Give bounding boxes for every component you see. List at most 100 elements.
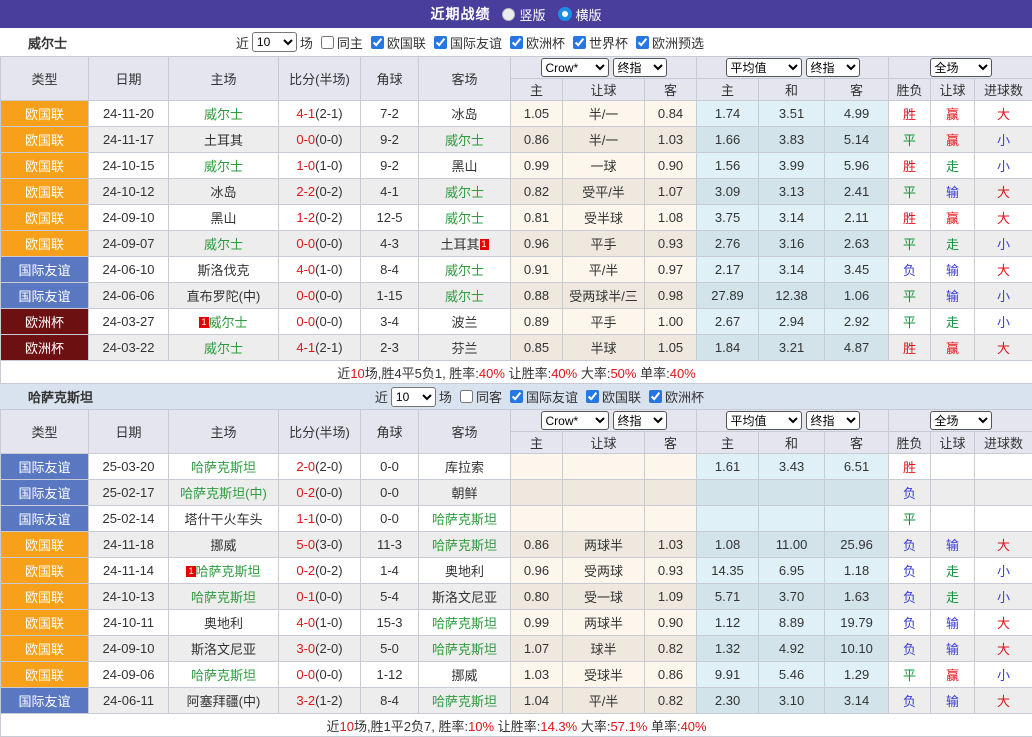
summary-part: 近: [337, 366, 350, 381]
crow-away-odds-cell: 0.98: [645, 283, 697, 309]
avg-home-odds-cell: 14.35: [697, 558, 759, 584]
avg-away-odds-cell: 2.11: [825, 205, 889, 231]
avg-home-odds-cell: [697, 506, 759, 532]
league-cell: 欧国联: [1, 584, 89, 610]
crow-home-odds-cell: 1.05: [511, 101, 563, 127]
outcome-cell: 负: [889, 636, 931, 662]
crow-home-odds-cell: 0.96: [511, 231, 563, 257]
layout-radio-horizontal[interactable]: 横版: [558, 5, 602, 24]
league-checkbox-label: 欧洲预选: [652, 33, 704, 52]
league-checkbox[interactable]: [636, 36, 649, 49]
home-team-cell: 1哈萨克斯坦: [169, 558, 279, 584]
avg-odds-select[interactable]: 平均值: [726, 58, 802, 77]
goals-result-cell: 大: [975, 636, 1032, 662]
team-name: 威尔士: [28, 33, 67, 52]
crow-odds-group-header: Crow*终指: [511, 410, 697, 432]
avg-away-odds-cell: 3.14: [825, 688, 889, 714]
result-group-header: 全场: [889, 410, 1032, 432]
handicap-cell: 受两球: [563, 558, 645, 584]
league-checkbox[interactable]: [649, 390, 662, 403]
halftime-score: (1-0): [315, 158, 342, 173]
sub-column-header: 主: [511, 79, 563, 101]
summary-part: 让胜率:: [505, 366, 551, 381]
summary-part: 10: [339, 719, 353, 734]
avg-away-odds-cell: 1.29: [825, 662, 889, 688]
table-row: 欧洲杯24-03-22威尔士4-1(2-1)2-3芬兰0.85半球1.051.8…: [1, 335, 1032, 361]
score-cell: 3-0(2-0): [279, 636, 361, 662]
avg-home-odds-cell: 1.56: [697, 153, 759, 179]
away-team-name: 奥地利: [445, 564, 484, 579]
near-label: 近: [375, 387, 388, 406]
table-row: 欧国联24-09-07威尔士0-0(0-0)4-3土耳其10.96平手0.932…: [1, 231, 1032, 257]
scope-select[interactable]: 全场: [930, 58, 992, 77]
crow-away-odds-cell: 0.84: [645, 101, 697, 127]
layout-radio-vertical[interactable]: 竖版: [502, 5, 545, 24]
home-team-cell: 挪威: [169, 532, 279, 558]
avg-home-odds-cell: 1.08: [697, 532, 759, 558]
avg-home-odds-cell: 1.74: [697, 101, 759, 127]
radio-off-icon[interactable]: [502, 8, 515, 21]
fulltime-score: 1-0: [296, 158, 315, 173]
home-team-cell: 塔什干火车头: [169, 506, 279, 532]
same-side-checkbox[interactable]: [460, 390, 473, 403]
halftime-score: (0-0): [315, 132, 342, 147]
league-checkbox[interactable]: [434, 36, 447, 49]
avg-draw-odds-cell: 3.43: [759, 454, 825, 480]
goals-result-cell: 大: [975, 205, 1032, 231]
sub-column-header: 和: [759, 79, 825, 101]
fulltime-score: 0-0: [296, 667, 315, 682]
odds-provider-select[interactable]: Crow*: [541, 58, 609, 77]
league-checkbox[interactable]: [510, 36, 523, 49]
avg-home-odds-cell: 1.61: [697, 454, 759, 480]
filter-bar: 近10场同客国际友谊欧国联欧洲杯: [375, 387, 704, 407]
avg-stage-select[interactable]: 终指: [806, 411, 860, 430]
handicap-cell: 球半: [563, 636, 645, 662]
home-team-name: 奥地利: [204, 616, 243, 631]
handicap-cell: 受一球: [563, 584, 645, 610]
score-cell: 0-0(0-0): [279, 283, 361, 309]
avg-away-odds-cell: 1.06: [825, 283, 889, 309]
halftime-score: (2-1): [315, 340, 342, 355]
scope-select[interactable]: 全场: [930, 411, 992, 430]
outcome-cell: 负: [889, 688, 931, 714]
handicap-result-cell: 走: [931, 231, 975, 257]
odds-provider-select[interactable]: Crow*: [541, 411, 609, 430]
away-team-cell: 斯洛文尼亚: [419, 584, 511, 610]
avg-stage-select[interactable]: 终指: [806, 58, 860, 77]
avg-odds-select[interactable]: 平均值: [726, 411, 802, 430]
goals-result-cell: 大: [975, 101, 1032, 127]
recent-count-select[interactable]: 10: [391, 387, 436, 407]
date-cell: 24-10-11: [89, 610, 169, 636]
rank-badge: 1: [199, 317, 208, 328]
away-team-name: 芬兰: [451, 341, 477, 356]
column-header: 主场: [169, 410, 279, 454]
corners-cell: 1-12: [361, 662, 419, 688]
corners-cell: 5-0: [361, 636, 419, 662]
date-cell: 24-09-07: [89, 231, 169, 257]
table-row: 欧国联24-11-18挪威5-0(3-0)11-3哈萨克斯坦0.86两球半1.0…: [1, 532, 1032, 558]
crow-home-odds-cell: 0.86: [511, 532, 563, 558]
summary-text: 近10场,胜4平5负1, 胜率:40% 让胜率:40% 大率:50% 单率:40…: [1, 361, 1032, 384]
odds-stage-select[interactable]: 终指: [613, 411, 667, 430]
recent-count-select[interactable]: 10: [252, 32, 297, 52]
league-checkbox[interactable]: [371, 36, 384, 49]
league-checkbox[interactable]: [510, 390, 523, 403]
radio-on-icon[interactable]: [558, 7, 572, 21]
handicap-cell: 一球: [563, 153, 645, 179]
league-checkbox[interactable]: [573, 36, 586, 49]
avg-odds-group-header: 平均值终指: [697, 410, 889, 432]
odds-stage-select[interactable]: 终指: [613, 58, 667, 77]
fulltime-score: 2-2: [296, 184, 315, 199]
crow-home-odds-cell: [511, 454, 563, 480]
handicap-result-cell: 输: [931, 532, 975, 558]
halftime-score: (0-2): [315, 184, 342, 199]
home-team-name: 斯洛伐克: [197, 263, 249, 278]
avg-away-odds-cell: 4.87: [825, 335, 889, 361]
league-cell: 国际友谊: [1, 454, 89, 480]
corners-cell: 9-2: [361, 153, 419, 179]
home-team-name: 威尔士: [204, 341, 243, 356]
home-team-cell: 哈萨克斯坦(中): [169, 480, 279, 506]
league-checkbox[interactable]: [586, 390, 599, 403]
handicap-result-cell: 走: [931, 558, 975, 584]
same-side-checkbox[interactable]: [321, 36, 334, 49]
